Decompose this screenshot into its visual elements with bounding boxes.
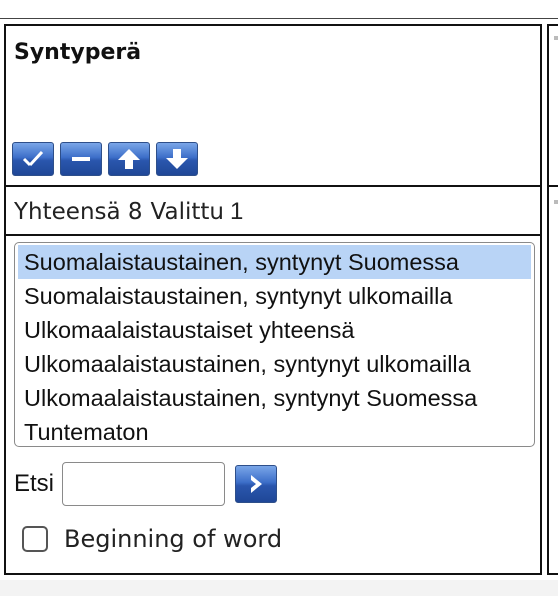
list-item[interactable]: Ulkomaalaistaustaiset yhteensä <box>18 313 531 347</box>
search-go-button[interactable] <box>235 465 278 503</box>
move-up-button[interactable] <box>108 142 150 176</box>
list-item[interactable]: Suomalaistaustainen, syntynyt ulkomailla <box>18 279 531 313</box>
search-label: Etsi <box>14 470 55 497</box>
list-item[interactable]: Ulkomaalaistaustainen, syntynyt ulkomail… <box>18 347 531 381</box>
arrow-down-icon <box>166 149 188 169</box>
list-item[interactable]: Ulkomaalaistaustainen, syntynyt Suomessa <box>18 381 531 415</box>
beginning-of-word-checkbox[interactable] <box>22 526 48 552</box>
chevron-right-icon <box>251 475 263 493</box>
select-all-button[interactable] <box>12 142 54 176</box>
adjacent-panel-fragment <box>554 200 558 204</box>
list-item[interactable]: Tuntematon <box>18 415 531 446</box>
values-listbox[interactable]: Suomalaistaustainen, syntynyt Suomessa S… <box>14 242 535 447</box>
variable-panel-syntypera: Syntyperä Yhteensä 8 Valittu 1 Suomalais… <box>4 24 542 575</box>
deselect-all-button[interactable] <box>60 142 102 176</box>
variable-title: Syntyperä <box>14 40 142 65</box>
header-divider <box>6 185 540 187</box>
search-input[interactable] <box>62 462 226 506</box>
selected-label: Valittu <box>150 199 224 225</box>
move-down-button[interactable] <box>156 142 198 176</box>
adjacent-panel-divider <box>549 185 558 187</box>
top-divider <box>0 18 558 19</box>
search-row: Etsi <box>14 462 278 506</box>
adjacent-panel-edge <box>547 24 558 575</box>
beginning-of-word-row: Beginning of word <box>22 523 282 555</box>
select-all-icon <box>22 150 44 167</box>
list-item[interactable]: Suomalaistaustainen, syntynyt Suomessa <box>18 245 531 279</box>
selection-toolbar <box>12 142 198 176</box>
summary-divider <box>6 234 540 236</box>
arrow-up-icon <box>118 149 140 169</box>
beginning-of-word-label: Beginning of word <box>64 525 283 553</box>
selection-summary: Yhteensä 8 Valittu 1 <box>14 198 243 226</box>
selected-count: 1 <box>229 198 244 225</box>
deselect-all-icon <box>72 157 90 161</box>
adjacent-panel-fragment <box>554 36 558 40</box>
total-count-label: Yhteensä 8 <box>14 199 143 225</box>
